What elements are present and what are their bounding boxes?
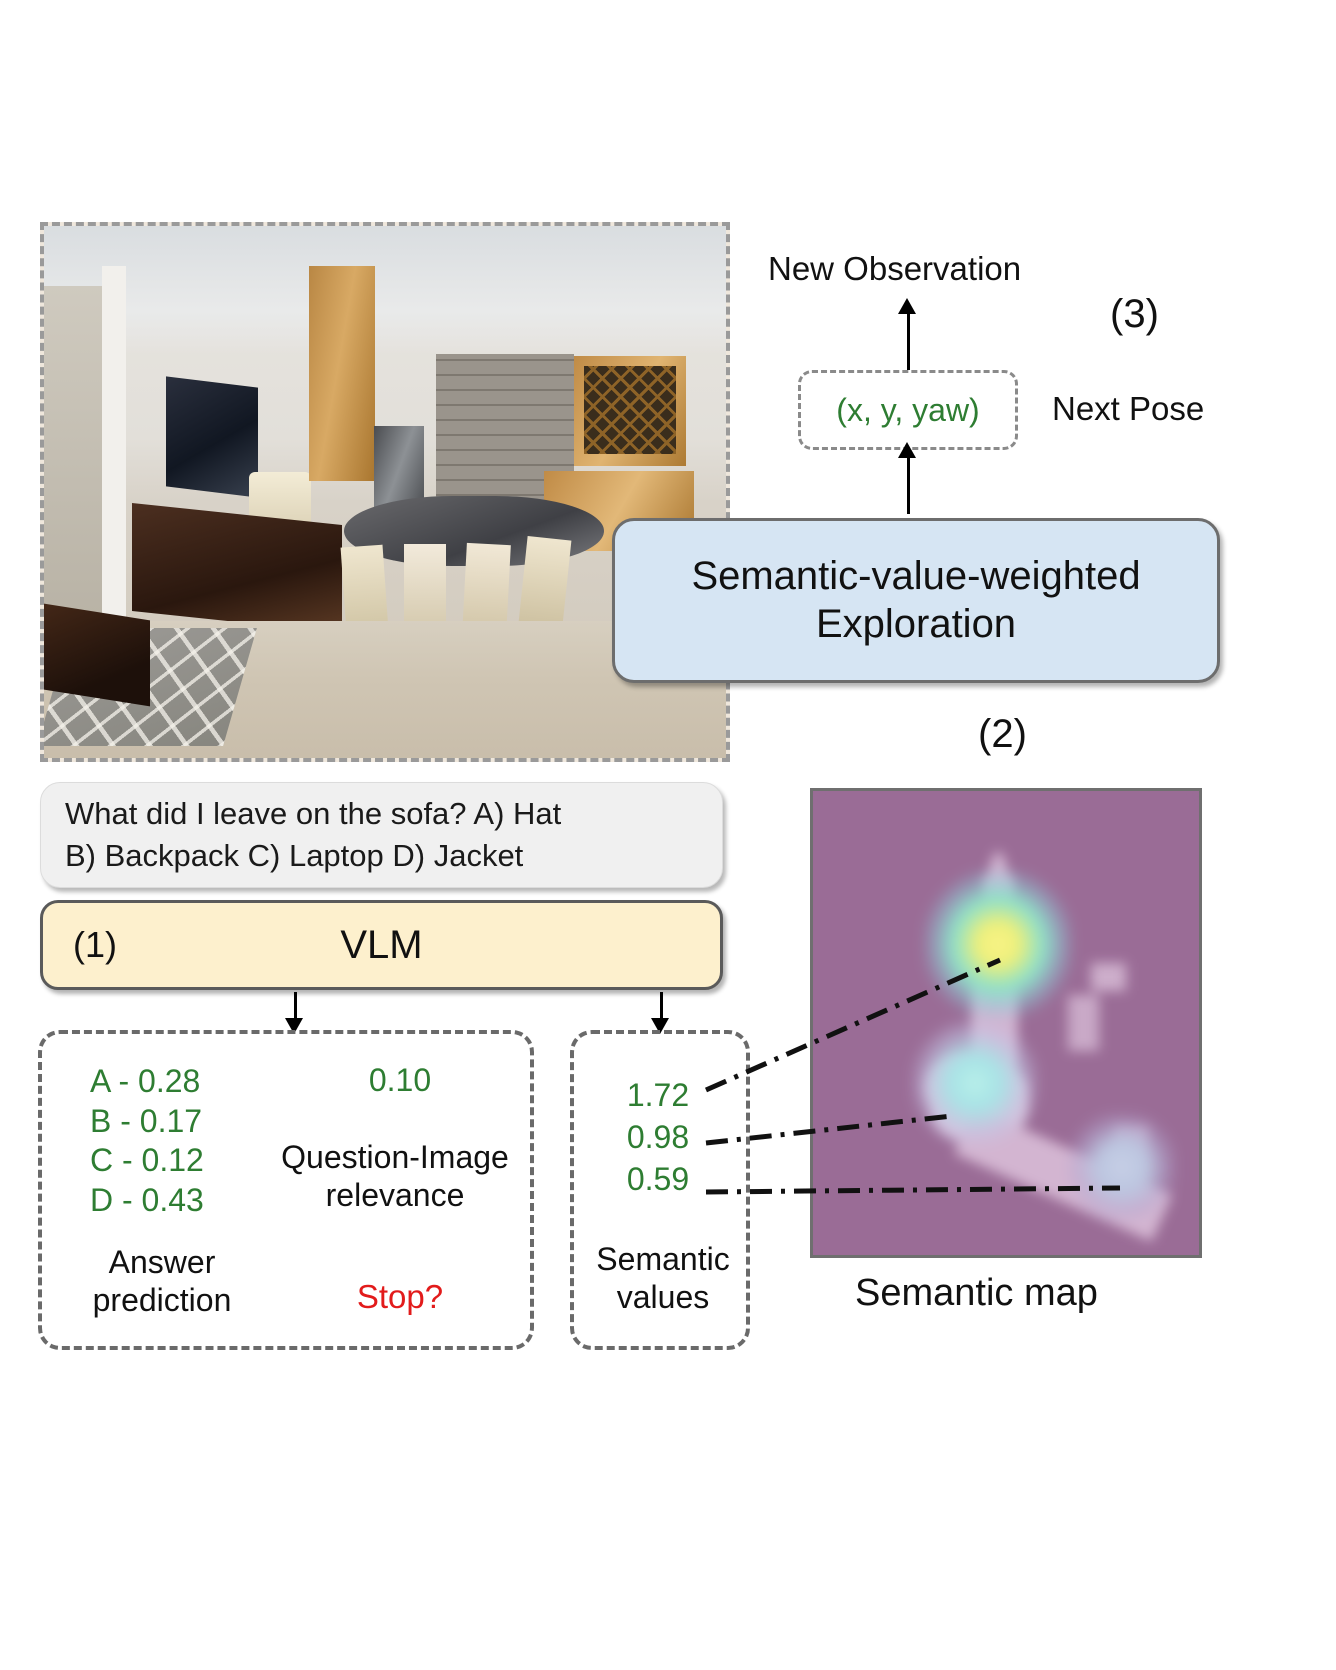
exploration-module-box: Semantic-value-weighted Exploration xyxy=(612,518,1220,683)
relevance-caption: Question-Image relevance xyxy=(250,1138,540,1215)
next-pose-value: (x, y, yaw) xyxy=(836,391,980,428)
scene-left-doorway xyxy=(44,286,102,616)
exploration-title-line1: Semantic-value-weighted xyxy=(691,554,1141,599)
semantic-value-list: 1.72 0.98 0.59 xyxy=(598,1074,718,1201)
answer-prediction-caption: Answer prediction xyxy=(62,1243,262,1320)
answer-caption-line1: Answer xyxy=(108,1244,216,1280)
arrow-pose-to-observation xyxy=(907,312,910,370)
arrow-head-up-pose xyxy=(898,442,916,458)
semantic-caption-line2: values xyxy=(616,1279,710,1316)
step-3-label: (3) xyxy=(1110,292,1159,336)
answer-score-b: B - 0.17 xyxy=(90,1102,203,1139)
answer-score-a: A - 0.28 xyxy=(90,1063,201,1099)
map-blur-overlay xyxy=(813,791,1199,1255)
scene-console-table xyxy=(132,502,342,634)
semantic-value-1: 1.72 xyxy=(626,1077,690,1113)
question-box: What did I leave on the sofa? A) Hat B) … xyxy=(40,782,723,888)
arrow-exploration-to-pose xyxy=(907,456,910,514)
semantic-value-2: 0.98 xyxy=(626,1119,690,1156)
question-line-2: B) Backpack C) Laptop D) Jacket xyxy=(65,838,524,873)
scene-door-frame xyxy=(102,266,126,636)
vlm-title: VLM xyxy=(340,922,423,967)
new-observation-label: New Observation xyxy=(768,250,1022,287)
next-pose-box: (x, y, yaw) xyxy=(798,370,1018,450)
answer-score-list: A - 0.28 B - 0.17 C - 0.12 D - 0.43 xyxy=(90,1062,204,1221)
exploration-title-line2: Exploration xyxy=(815,601,1017,646)
semantic-map-label: Semantic map xyxy=(855,1272,1098,1314)
scene-coffee-chest xyxy=(44,603,150,707)
relevance-caption-line1: Question-Image xyxy=(281,1139,509,1175)
next-pose-label: Next Pose xyxy=(1052,390,1205,427)
relevance-caption-line2: relevance xyxy=(325,1177,465,1214)
vlm-box: (1) VLM xyxy=(40,900,723,990)
step-2-label: (2) xyxy=(978,712,1027,756)
answer-caption-line2: prediction xyxy=(92,1282,232,1319)
question-line-1: What did I leave on the sofa? A) Hat xyxy=(65,796,562,832)
answer-score-d: D - 0.43 xyxy=(90,1182,204,1219)
arrow-head-up-observation xyxy=(898,298,916,314)
scene-television xyxy=(166,376,258,498)
semantic-values-caption: Semantic values xyxy=(588,1240,738,1317)
answer-score-c: C - 0.12 xyxy=(90,1142,204,1179)
semantic-value-3: 0.59 xyxy=(626,1161,690,1198)
relevance-value: 0.10 xyxy=(368,1062,432,1098)
semantic-map-image xyxy=(810,788,1202,1258)
semantic-caption-line1: Semantic xyxy=(596,1241,730,1277)
scene-lattice-grill xyxy=(584,366,676,454)
step-1-label: (1) xyxy=(73,924,117,965)
scene-upper-cabinet xyxy=(309,266,375,481)
stop-label: Stop? xyxy=(356,1278,444,1315)
